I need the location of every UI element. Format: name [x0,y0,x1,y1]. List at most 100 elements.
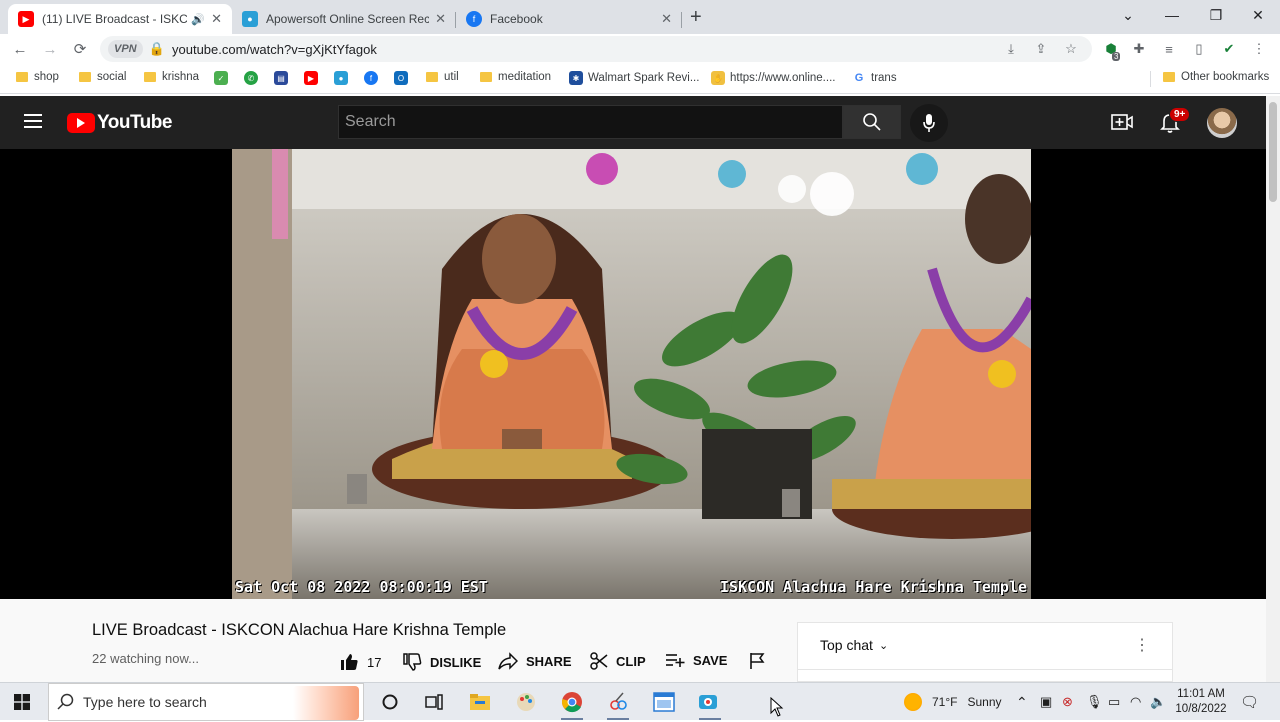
close-window-button[interactable]: ✕ [1236,0,1280,30]
taskbar-search-box[interactable]: Type here to search [48,683,364,721]
bookmarks-bar: shop social krishna ✓ ✆ ▤ ▶ ● f O util m… [0,64,1280,94]
vpn-extension-badge[interactable]: VPN [108,40,143,58]
tab-title: (11) LIVE Broadcast - ISKCON [42,12,188,26]
file-explorer-icon[interactable] [466,688,494,716]
media-controls-icon[interactable]: ≡ [1160,40,1178,58]
search-button[interactable] [843,105,901,139]
site-icon: ▤ [274,71,288,85]
battery-tray-icon[interactable]: ▭ [1108,683,1120,721]
weather-widget[interactable]: 71°F Sunny [904,683,1002,721]
forward-button[interactable]: → [39,38,61,60]
tab-close-icon[interactable]: ✕ [435,11,446,27]
bookmark-icon-youtube[interactable]: ▶ [304,71,323,85]
tab-close-icon[interactable]: ✕ [211,11,222,27]
tab-youtube[interactable]: ▶ (11) LIVE Broadcast - ISKCON 🔊 ✕ [8,4,232,34]
bookmark-walmart[interactable]: ✱ Walmart Spark Revi... [569,71,699,85]
bookmark-icon-outlook[interactable]: O [394,71,413,85]
browser-toolbar: ← → ⟳ VPN 🔒 youtube.com/watch?v=gXjKtYfa… [0,34,1280,64]
outlook-icon: O [394,71,408,85]
page-scrollbar[interactable] [1266,96,1280,682]
bookmark-icon-3[interactable]: ▤ [274,71,293,85]
show-hidden-icons-chevron-up-icon[interactable]: ⌃ [1016,683,1028,721]
tab-close-icon[interactable]: ✕ [661,11,672,27]
bookmark-online[interactable]: ✋ https://www.online.... [711,71,835,85]
chevron-down-icon: ⌄ [878,639,889,652]
bookmark-folder-social[interactable]: social [79,71,126,83]
thumbs-up-icon [341,654,358,670]
share-button[interactable]: SHARE [498,652,572,670]
minimize-button[interactable]: — [1150,0,1194,30]
omnibox[interactable]: VPN 🔒 youtube.com/watch?v=gXjKtYfagok ⤓ … [100,36,1092,62]
back-button[interactable]: ← [9,38,31,60]
create-video-icon[interactable] [1111,112,1133,132]
chrome-menu-icon[interactable]: ⋮ [1250,40,1268,58]
like-button[interactable]: 17 [339,652,381,672]
top-chat-dropdown[interactable]: Top chat ⌄ [820,637,888,653]
folder-icon [426,72,438,82]
chrome-taskbar-icon[interactable] [558,688,586,720]
apowersoft-favicon-icon: ● [242,11,258,27]
bookmark-icon-1[interactable]: ✓ [214,71,233,85]
other-bookmarks-folder[interactable]: Other bookmarks [1163,71,1269,83]
url-text[interactable]: youtube.com/watch?v=gXjKtYfagok [172,42,377,57]
security-shield-icon[interactable]: ✔ [1220,40,1238,58]
checkmark-icon: ✓ [214,71,228,85]
apowersoft-recorder-icon[interactable] [696,688,724,720]
account-avatar[interactable] [1207,108,1237,138]
snipping-tool-icon[interactable] [604,688,632,720]
scrollbar-thumb[interactable] [1269,102,1277,202]
system-clock[interactable]: 11:01 AM 10/8/2022 [1170,683,1232,721]
bookmark-folder-krishna[interactable]: krishna [144,71,199,83]
windows-start-icon[interactable] [8,688,36,716]
window-app-icon[interactable] [650,688,678,716]
youtube-logo[interactable]: YouTube [67,112,172,134]
tab-apowersoft[interactable]: ● Apowersoft Online Screen Recor ✕ [232,4,456,34]
cortana-circle-icon[interactable] [376,688,404,716]
browser-tab-strip: ▶ (11) LIVE Broadcast - ISKCON 🔊 ✕ ● Apo… [0,0,1280,34]
video-player[interactable]: Sat Oct 08 2022 08:00:19 EST ISKCON Alac… [232,149,1031,599]
thumbs-down-icon [403,653,422,671]
recorder-icon: ● [334,71,348,85]
microphone-tray-icon[interactable]: 🎙 [1086,683,1103,721]
weather-temperature: 71°F [932,695,958,709]
search-icon [57,693,74,710]
paint-app-icon[interactable] [512,688,540,716]
install-app-icon[interactable]: ⤓ [1002,40,1020,58]
youtube-icon: ▶ [304,71,318,85]
bookmark-folder-meditation[interactable]: meditation [480,71,551,83]
tab-search-icon[interactable]: ⌄ [1106,0,1150,30]
clip-button[interactable]: CLIP [590,652,646,670]
bookmark-folder-shop[interactable]: shop [16,71,59,83]
reload-button[interactable]: ⟳ [69,38,91,60]
new-tab-button[interactable]: + [690,6,702,29]
bookmark-icon-apowersoft[interactable]: ● [334,71,353,85]
extensions-puzzle-icon[interactable]: ✚ [1130,40,1148,58]
side-panel-icon[interactable]: ▯ [1190,40,1208,58]
meet-now-icon[interactable]: ▣ [1040,683,1052,721]
lock-icon[interactable]: 🔒 [148,40,166,58]
bookmark-icon-2[interactable]: ✆ [244,71,263,85]
bookmark-trans[interactable]: Gtrans [852,71,897,85]
voice-search-button[interactable] [910,104,948,142]
save-button[interactable]: SAVE [665,652,727,668]
search-input[interactable] [338,105,843,139]
volume-tray-icon[interactable]: 🔈 [1150,683,1166,721]
security-tray-icon[interactable]: ⊗ [1062,683,1073,721]
scissors-icon [590,652,608,670]
menu-hamburger-icon[interactable] [24,114,42,128]
task-view-icon[interactable] [420,688,448,716]
bookmark-folder-util[interactable]: util [426,71,459,83]
dislike-button[interactable]: DISLIKE [402,652,481,672]
audio-playing-icon[interactable]: 🔊 [191,13,205,26]
tab-facebook[interactable]: f Facebook ✕ [456,4,682,34]
report-button[interactable] [748,652,774,670]
tab-title: Facebook [490,12,543,26]
action-center-notification-icon[interactable]: 🗨 [1240,683,1259,721]
share-icon[interactable]: ⇪ [1032,40,1050,58]
bookmark-icon-facebook[interactable]: f [364,71,383,85]
wifi-tray-icon[interactable]: ◠ [1130,683,1141,721]
chat-more-options-icon[interactable]: ⋮ [1134,635,1150,655]
maximize-button[interactable]: ❐ [1194,0,1238,30]
bookmark-star-icon[interactable]: ☆ [1062,40,1080,58]
bookmark-label: Other bookmarks [1181,71,1270,83]
